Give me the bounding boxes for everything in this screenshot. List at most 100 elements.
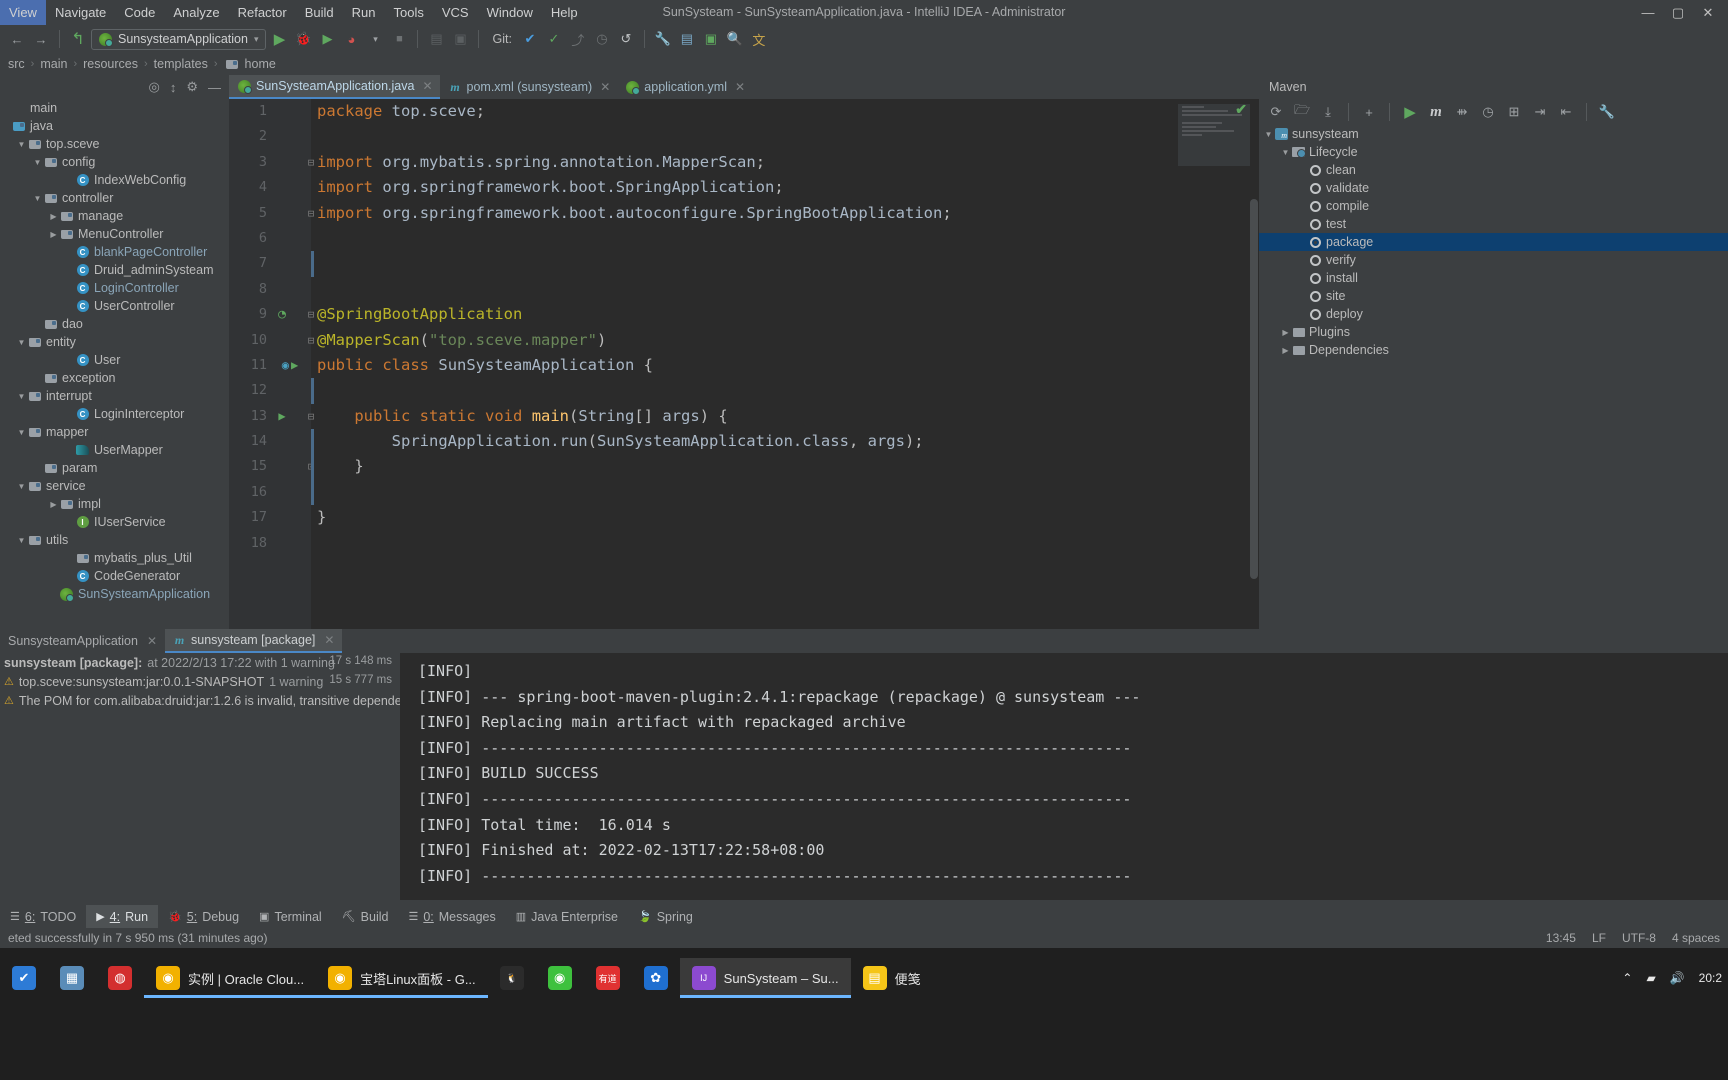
project-tree-node[interactable]: CUserController: [0, 297, 229, 315]
update-project-icon[interactable]: ▣: [449, 28, 471, 50]
revert-icon[interactable]: ↰: [67, 28, 89, 50]
chevron-right-icon[interactable]: ▶: [1280, 341, 1291, 359]
git-commit-icon[interactable]: ✓: [543, 28, 565, 50]
search-icon[interactable]: 🔍: [724, 28, 746, 50]
maven-collapse-icon[interactable]: ⇤: [1555, 101, 1577, 123]
minimize-button[interactable]: —: [1640, 5, 1656, 20]
project-tree-node[interactable]: UserMapper: [0, 441, 229, 459]
close-icon[interactable]: ✕: [600, 80, 610, 94]
editor-line[interactable]: 12: [229, 378, 1259, 403]
project-tree-node[interactable]: CblankPageController: [0, 243, 229, 261]
file-encoding[interactable]: UTF-8: [1622, 931, 1656, 945]
maven-tree[interactable]: ▼msunsysteam▼Lifecyclecleanvalidatecompi…: [1259, 125, 1728, 629]
maven-tree-node[interactable]: ▶Dependencies: [1259, 341, 1728, 359]
editor-line[interactable]: 11◉▶public class SunSysteamApplication {: [229, 353, 1259, 378]
breadcrumb-item-src[interactable]: src: [8, 57, 25, 71]
spring-bean-gutter-icon[interactable]: ◔: [273, 302, 291, 327]
editor-line[interactable]: 10⊟@MapperScan("top.sceve.mapper"): [229, 328, 1259, 353]
editor-line[interactable]: 5⊟import org.springframework.boot.autoco…: [229, 201, 1259, 226]
menu-item-analyze[interactable]: Analyze: [164, 0, 228, 25]
hide-panel-icon[interactable]: —: [208, 80, 221, 95]
project-tree-node[interactable]: ▶MenuController: [0, 225, 229, 243]
menu-item-tools[interactable]: Tools: [385, 0, 433, 25]
close-icon[interactable]: ✕: [324, 633, 334, 647]
taskbar-button[interactable]: 🐧: [488, 958, 536, 998]
forward-icon[interactable]: →: [30, 28, 52, 50]
project-tree-node[interactable]: ▼entity: [0, 333, 229, 351]
build-result-row[interactable]: ⚠The POM for com.alibaba:druid:jar:1.2.6…: [0, 691, 400, 710]
chevron-down-icon[interactable]: ▼: [1280, 143, 1291, 161]
taskbar-button[interactable]: ✔: [0, 958, 48, 998]
maven-tree-node[interactable]: package: [1259, 233, 1728, 251]
git-rollback-icon[interactable]: ↺: [615, 28, 637, 50]
project-tree-node[interactable]: dao: [0, 315, 229, 333]
editor-line[interactable]: 6: [229, 226, 1259, 251]
tool-window-button[interactable]: ☰0:Messages: [398, 905, 505, 928]
run-gutter-icon[interactable]: ▶: [273, 404, 291, 429]
code-fold-icon[interactable]: ⊟: [305, 201, 317, 226]
translate-icon[interactable]: 文: [748, 28, 770, 50]
menu-item-window[interactable]: Window: [478, 0, 542, 25]
caret-position[interactable]: 13:45: [1546, 931, 1576, 945]
project-tree[interactable]: mainjava▼top.sceve▼configCIndexWebConfig…: [0, 99, 229, 629]
back-icon[interactable]: ←: [6, 28, 28, 50]
editor-line[interactable]: 2: [229, 124, 1259, 149]
tray-clock[interactable]: 20:2: [1699, 971, 1722, 985]
taskbar-button[interactable]: ◉实例 | Oracle Clou...: [144, 958, 316, 998]
indent-setting[interactable]: 4 spaces: [1672, 931, 1720, 945]
project-tree-node[interactable]: ▼controller: [0, 189, 229, 207]
project-tree-node[interactable]: main: [0, 99, 229, 117]
editor-line[interactable]: 17}: [229, 505, 1259, 530]
chevron-right-icon[interactable]: ▶: [48, 207, 59, 225]
editor-vertical-scrollbar[interactable]: [1250, 199, 1258, 579]
tool-window-button[interactable]: ☰6:TODO: [0, 905, 86, 928]
taskbar-button[interactable]: IJSunSysteam – Su...: [680, 958, 851, 998]
project-tree-node[interactable]: CUser: [0, 351, 229, 369]
menu-item-refactor[interactable]: Refactor: [229, 0, 296, 25]
git-push-icon[interactable]: ⤴: [567, 28, 589, 50]
project-tree-node[interactable]: ▶manage: [0, 207, 229, 225]
project-tree-node[interactable]: ▼service: [0, 477, 229, 495]
project-settings-icon[interactable]: ⚙: [186, 79, 198, 95]
chevron-down-icon[interactable]: ▼: [16, 135, 27, 153]
chevron-right-icon[interactable]: ▶: [48, 225, 59, 243]
chevron-down-icon[interactable]: ▼: [32, 153, 43, 171]
select-opened-file-icon[interactable]: ◎: [149, 79, 160, 95]
project-tree-node[interactable]: ▼top.sceve: [0, 135, 229, 153]
build-tab[interactable]: SunsysteamApplication✕: [0, 629, 165, 653]
maximize-button[interactable]: ▢: [1670, 5, 1686, 21]
build-console-output[interactable]: [INFO][INFO] --- spring-boot-maven-plugi…: [400, 653, 1728, 900]
project-tree-node[interactable]: ▼config: [0, 153, 229, 171]
project-tree-node[interactable]: ▶impl: [0, 495, 229, 513]
collapse-all-icon[interactable]: ↕: [170, 80, 177, 95]
editor-tab[interactable]: mpom.xml (sunsysteam)✕: [440, 75, 618, 99]
project-tree-node[interactable]: IIUserService: [0, 513, 229, 531]
project-tree-node[interactable]: ▼interrupt: [0, 387, 229, 405]
chevron-right-icon[interactable]: ▶: [48, 495, 59, 513]
close-icon[interactable]: ✕: [147, 634, 157, 648]
maven-add-project-icon[interactable]: 🗁: [1291, 101, 1313, 123]
git-history-icon[interactable]: ◷: [591, 28, 613, 50]
maven-show-diagram-icon[interactable]: ⊞: [1503, 101, 1525, 123]
editor-line[interactable]: 14 SpringApplication.run(SunSysteamAppli…: [229, 429, 1259, 454]
maven-download-sources-icon[interactable]: ⤓: [1317, 101, 1339, 123]
editor-tab[interactable]: application.yml✕: [617, 75, 752, 99]
project-tree-node[interactable]: java: [0, 117, 229, 135]
chevron-right-icon[interactable]: ▶: [1280, 323, 1291, 341]
code-fold-icon[interactable]: ⊟: [305, 404, 317, 429]
project-tree-node[interactable]: param: [0, 459, 229, 477]
spring-run-gutter-icon[interactable]: ◉▶: [273, 353, 307, 378]
run-coverage-button[interactable]: ▶: [316, 28, 338, 50]
project-tree-node[interactable]: CLoginInterceptor: [0, 405, 229, 423]
chevron-down-icon[interactable]: ▼: [16, 531, 27, 549]
chevron-down-icon[interactable]: ▼: [16, 333, 27, 351]
profiler-chevron-down-icon[interactable]: ▾: [364, 28, 386, 50]
maven-tree-node[interactable]: verify: [1259, 251, 1728, 269]
breadcrumb-item-main[interactable]: main: [40, 57, 67, 71]
chevron-down-icon[interactable]: ▼: [16, 423, 27, 441]
editor-tab[interactable]: SunSysteamApplication.java✕: [229, 75, 440, 99]
editor-line[interactable]: 16: [229, 480, 1259, 505]
code-fold-icon[interactable]: ⊟: [305, 150, 317, 175]
editor-line[interactable]: 13▶⊟ public static void main(String[] ar…: [229, 404, 1259, 429]
maven-reload-icon[interactable]: ⟳: [1265, 101, 1287, 123]
